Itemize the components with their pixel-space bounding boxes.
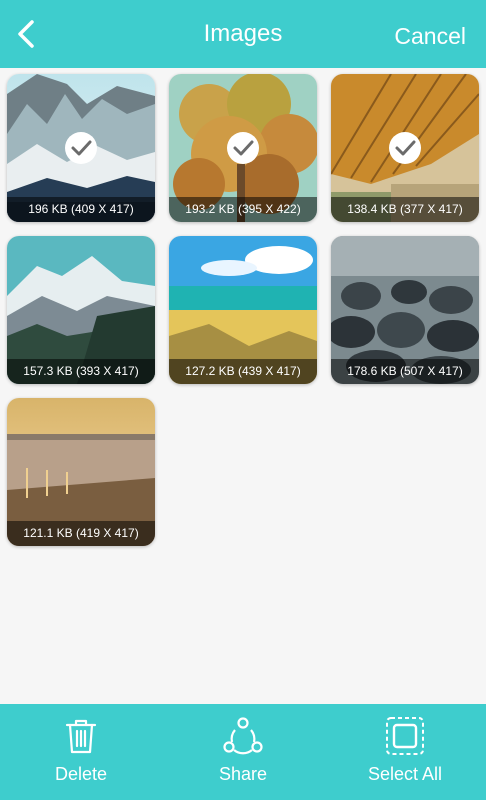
- cancel-button[interactable]: Cancel: [394, 0, 466, 68]
- share-icon: [223, 717, 263, 755]
- share-button[interactable]: Share: [178, 704, 308, 800]
- delete-label: Delete: [54, 764, 108, 784]
- image-caption: 157.3 KB (393 X 417): [7, 359, 155, 384]
- image-caption: 196 KB (409 X 417): [7, 197, 155, 222]
- image-tile-1[interactable]: 196 KB (409 X 417): [7, 74, 155, 222]
- trash-icon: [65, 719, 97, 754]
- delete-button[interactable]: Delete: [16, 704, 146, 800]
- top-app-bar: Images Cancel: [0, 0, 486, 68]
- image-tile-3[interactable]: 138.4 KB (377 X 417): [331, 74, 479, 222]
- image-caption: 193.2 KB (395 X 422): [169, 197, 317, 222]
- checkmark-icon: [65, 132, 97, 164]
- image-tile-4[interactable]: 157.3 KB (393 X 417): [7, 236, 155, 384]
- image-tile-6[interactable]: 178.6 KB (507 X 417): [331, 236, 479, 384]
- image-caption: 138.4 KB (377 X 417): [331, 197, 479, 222]
- checkmark-icon: [389, 132, 421, 164]
- image-caption: 178.6 KB (507 X 417): [331, 359, 479, 384]
- bottom-action-bar: Delete Share Select All: [0, 704, 486, 800]
- checkmark-icon: [227, 132, 259, 164]
- image-tile-7[interactable]: 121.1 KB (419 X 417): [7, 398, 155, 546]
- image-tile-5[interactable]: 127.2 KB (439 X 417): [169, 236, 317, 384]
- image-caption: 121.1 KB (419 X 417): [7, 521, 155, 546]
- select-all-icon: [386, 717, 424, 755]
- select-all-label: Select All: [367, 764, 443, 784]
- image-caption: 127.2 KB (439 X 417): [169, 359, 317, 384]
- share-label: Share: [218, 764, 268, 784]
- select-all-button[interactable]: Select All: [340, 704, 470, 800]
- image-tile-2[interactable]: 193.2 KB (395 X 422): [169, 74, 317, 222]
- image-grid: 196 KB (409 X 417) 193.2 KB (395 X 422): [0, 68, 486, 704]
